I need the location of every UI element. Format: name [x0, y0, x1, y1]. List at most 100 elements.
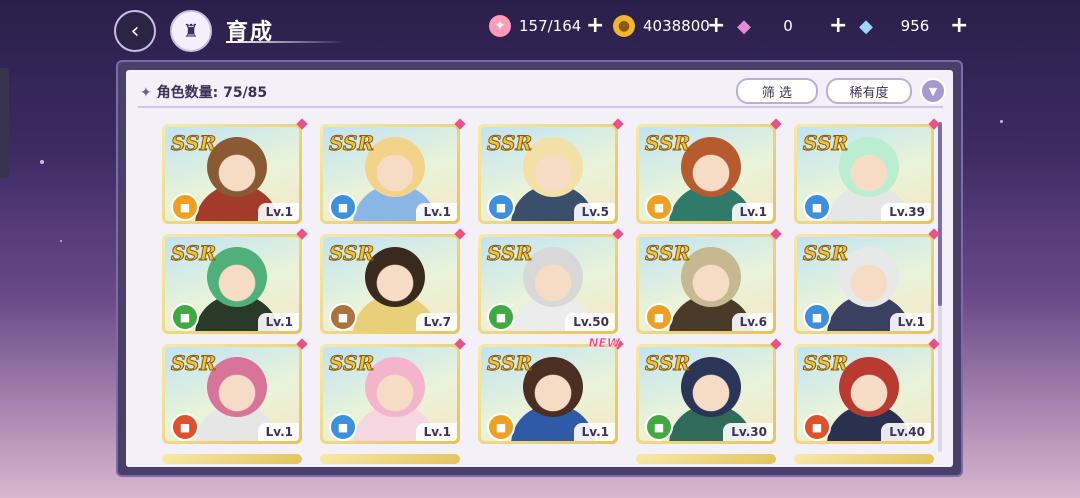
- rarity-label: SSR: [170, 351, 217, 376]
- new-badge: NEW: [588, 336, 620, 351]
- level-label: Lv.6: [731, 313, 773, 331]
- add-pink-diamond-button[interactable]: +: [829, 13, 847, 38]
- level-label: Lv.1: [573, 423, 615, 441]
- element-icon: ■: [487, 303, 515, 331]
- rarity-label: SSR: [486, 351, 533, 376]
- element-icon: ■: [803, 413, 831, 441]
- character-portrait: SSR ■ Lv.1: [323, 347, 457, 441]
- level-label: Lv.1: [415, 203, 457, 221]
- filter-button[interactable]: 筛 选: [736, 78, 818, 104]
- sparkle-decoration: [1000, 120, 1003, 123]
- character-card-partial[interactable]: [320, 454, 460, 464]
- element-icon: ■: [487, 193, 515, 221]
- character-portrait: SSR ■ Lv.1: [323, 127, 457, 221]
- character-card[interactable]: SSR ■ Lv.50: [478, 228, 624, 334]
- element-icon: ■: [803, 303, 831, 331]
- character-card[interactable]: SSR ■ Lv.40: [794, 338, 940, 444]
- gold-value: 4038800: [643, 17, 710, 35]
- add-candy-button[interactable]: +: [586, 13, 604, 38]
- character-card[interactable]: SSR ■ Lv.1: [320, 338, 466, 444]
- level-label: Lv.1: [889, 313, 931, 331]
- level-label: Lv.1: [257, 203, 299, 221]
- character-card[interactable]: SSR ■ Lv.39: [794, 118, 940, 224]
- character-portrait: SSR ■ Lv.1: [639, 127, 773, 221]
- candy-icon: ✦: [489, 15, 511, 37]
- level-label: Lv.5: [573, 203, 615, 221]
- element-icon: ■: [645, 413, 673, 441]
- pink-diamond-icon: ◆: [737, 15, 751, 37]
- element-icon: ■: [645, 193, 673, 221]
- character-portrait: SSR ■ Lv.1: [165, 127, 299, 221]
- side-drawer-handle[interactable]: [0, 68, 9, 178]
- level-label: Lv.50: [565, 313, 615, 331]
- sort-order-toggle[interactable]: ▼: [920, 78, 946, 104]
- add-gold-button[interactable]: +: [707, 13, 725, 38]
- character-portrait: SSR ■ Lv.30: [639, 347, 773, 441]
- element-icon: ■: [171, 193, 199, 221]
- level-label: Lv.40: [881, 423, 931, 441]
- element-icon: ■: [171, 303, 199, 331]
- character-card-partial[interactable]: [636, 454, 776, 464]
- rarity-label: SSR: [170, 241, 217, 266]
- character-card-partial[interactable]: [794, 454, 934, 464]
- level-label: Lv.1: [415, 423, 457, 441]
- element-icon: ■: [171, 413, 199, 441]
- character-card[interactable]: SSR ■ Lv.6: [636, 228, 782, 334]
- character-card-partial[interactable]: [162, 454, 302, 464]
- sparkle-icon: ✦: [140, 85, 152, 101]
- element-icon: ■: [329, 303, 357, 331]
- blue-diamond-icon: ◆: [859, 15, 873, 37]
- rarity-label: SSR: [644, 351, 691, 376]
- candy-value: 157/164: [519, 17, 582, 35]
- character-card[interactable]: SSR ■ Lv.1: [320, 118, 466, 224]
- chevron-down-icon: ▼: [928, 84, 938, 98]
- character-card[interactable]: SSR ■ Lv.1: [636, 118, 782, 224]
- top-bar: ‹ ♜ 育成 ✦ 157/164 + ● 4038800 + ◆ 0 + ◆ 9…: [0, 0, 1080, 56]
- character-portrait: SSR ■ Lv.1: [797, 237, 931, 331]
- level-label: Lv.30: [723, 423, 773, 441]
- character-card[interactable]: SSR ■ Lv.30: [636, 338, 782, 444]
- character-count: ✦ 角色数量: 75/85: [140, 82, 267, 102]
- rarity-label: SSR: [644, 241, 691, 266]
- character-card[interactable]: SSR ■ Lv.1: [794, 228, 940, 334]
- character-portrait: SSR ■ Lv.39: [797, 127, 931, 221]
- rarity-label: SSR: [170, 131, 217, 156]
- level-label: Lv.1: [257, 423, 299, 441]
- rarity-label: SSR: [802, 131, 849, 156]
- character-card[interactable]: SSR ■ Lv.1: [162, 228, 308, 334]
- level-label: Lv.7: [415, 313, 457, 331]
- sort-rarity-button[interactable]: 稀有度: [826, 78, 912, 104]
- character-portrait: SSR ■ Lv.1: [165, 237, 299, 331]
- character-portrait: SSR ■ Lv.5: [481, 127, 615, 221]
- character-card[interactable]: SSR ■ Lv.1: [162, 118, 308, 224]
- back-button[interactable]: ‹: [114, 10, 156, 52]
- add-blue-diamond-button[interactable]: +: [950, 13, 968, 38]
- pink-diamond-value: 0: [783, 17, 793, 35]
- castle-icon: ♜: [182, 20, 200, 42]
- sparkle-decoration: [60, 240, 62, 242]
- rarity-label: SSR: [328, 241, 375, 266]
- back-arrow-icon: ‹: [130, 18, 140, 44]
- gold-coin-icon: ●: [613, 15, 635, 37]
- home-button[interactable]: ♜: [170, 10, 212, 52]
- character-list-area: ✦ 角色数量: 75/85 筛 选 稀有度 ▼ SSR ■ Lv.1 SSR ■ Lv.1…: [126, 70, 953, 467]
- level-label: Lv.1: [257, 313, 299, 331]
- level-label: Lv.39: [881, 203, 931, 221]
- element-icon: ■: [645, 303, 673, 331]
- rarity-label: SSR: [802, 351, 849, 376]
- rarity-label: SSR: [486, 241, 533, 266]
- element-icon: ■: [487, 413, 515, 441]
- element-icon: ■: [803, 193, 831, 221]
- character-card[interactable]: SSR ■ Lv.7: [320, 228, 466, 334]
- character-portrait: SSR ■ Lv.1: [165, 347, 299, 441]
- rarity-label: SSR: [328, 351, 375, 376]
- rarity-label: SSR: [328, 131, 375, 156]
- character-card[interactable]: SSR ■ Lv.1 NEW: [478, 336, 624, 444]
- element-icon: ■: [329, 413, 357, 441]
- character-portrait: SSR ■ Lv.1: [481, 347, 615, 441]
- character-card[interactable]: SSR ■ Lv.1: [162, 338, 308, 444]
- title-underline: [226, 41, 346, 43]
- scrollbar-thumb[interactable]: [938, 122, 942, 306]
- character-card[interactable]: SSR ■ Lv.5: [478, 118, 624, 224]
- character-count-text: 角色数量: 75/85: [156, 85, 268, 101]
